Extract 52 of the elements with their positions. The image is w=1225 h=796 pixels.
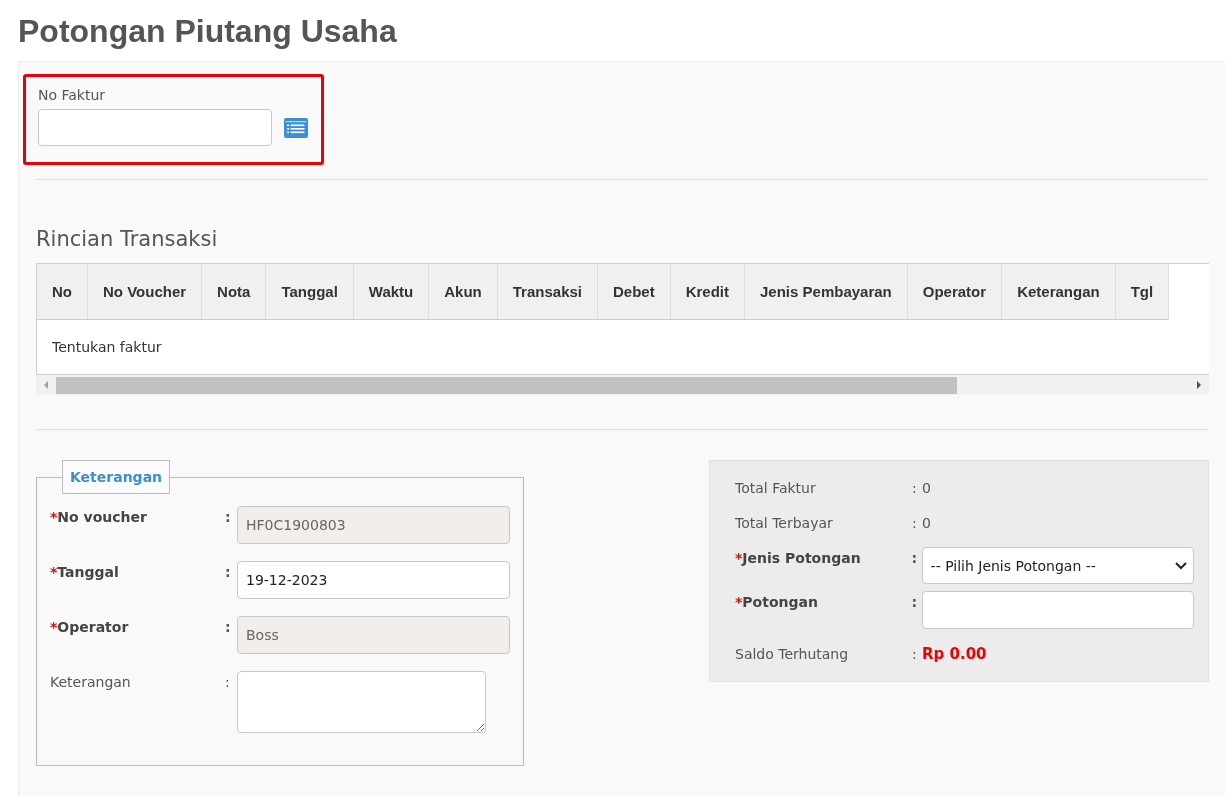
column-header[interactable]: Keterangan — [1001, 264, 1116, 320]
column-header[interactable]: Akun — [428, 264, 498, 320]
column-header[interactable]: Kredit — [670, 264, 745, 320]
field-label: *Jenis Potongan — [735, 549, 862, 566]
table-cell: Tentukan faktur — [37, 319, 1169, 374]
balance-amount: Rp 0.00 — [922, 644, 987, 663]
colon: : — [911, 549, 919, 566]
chevron-down-icon — [1175, 561, 1187, 570]
field-label: Total Faktur — [735, 479, 817, 496]
readonly-field: Boss — [237, 616, 510, 654]
column-header[interactable]: No — [37, 264, 88, 320]
value-text: 0 — [922, 514, 931, 531]
column-header[interactable]: Jenis Pembayaran — [744, 264, 908, 320]
column-header[interactable]: Transaksi — [497, 264, 598, 320]
scroll-thumb[interactable] — [56, 376, 957, 394]
invoice-input-field[interactable] — [38, 109, 272, 146]
text-area[interactable] — [237, 671, 486, 733]
colon: : — [225, 563, 232, 580]
field-label: Keterangan — [50, 673, 132, 690]
list-icon[interactable] — [284, 117, 308, 138]
field-label: No Faktur — [38, 87, 107, 105]
column-header[interactable]: No Voucher — [87, 264, 202, 320]
colon: : — [912, 645, 918, 662]
colon: : — [912, 479, 918, 496]
colon: : — [225, 673, 231, 690]
colon: : — [225, 508, 232, 525]
field-label: *Potongan — [735, 593, 819, 610]
input-field[interactable]: 19-12-2023 — [237, 561, 510, 599]
horizontal-scrollbar[interactable] — [36, 375, 1209, 395]
field-label: Total Terbayar — [735, 514, 834, 531]
field-label: *No voucher — [50, 508, 148, 525]
scroll-right-icon[interactable] — [1195, 381, 1203, 389]
type-dropdown[interactable]: -- Pilih Jenis Potongan -- — [921, 547, 1194, 584]
column-header[interactable]: Debet — [597, 264, 671, 320]
group-legend: Keterangan — [62, 460, 171, 494]
page-title: Potongan Piutang Usaha — [17, 12, 398, 51]
field-label: Saldo Terhutang — [735, 645, 850, 662]
colon: : — [912, 514, 918, 531]
column-header[interactable]: Waktu — [353, 264, 429, 320]
amount-input-field[interactable] — [921, 591, 1194, 629]
column-header[interactable]: Operator — [907, 264, 1002, 320]
field-label: *Operator — [50, 618, 130, 635]
readonly-field: HF0C1900803 — [237, 506, 510, 544]
value-text: 0 — [922, 479, 931, 496]
section-title: Rincian Transaksi — [36, 227, 219, 253]
colon: : — [911, 593, 919, 610]
colon: : — [225, 618, 232, 635]
field-label: *Tanggal — [50, 563, 120, 580]
column-header[interactable]: Nota — [201, 264, 266, 320]
column-header[interactable]: Tanggal — [265, 264, 354, 320]
scroll-left-icon[interactable] — [42, 381, 50, 389]
column-header[interactable]: Tgl — [1115, 264, 1169, 320]
